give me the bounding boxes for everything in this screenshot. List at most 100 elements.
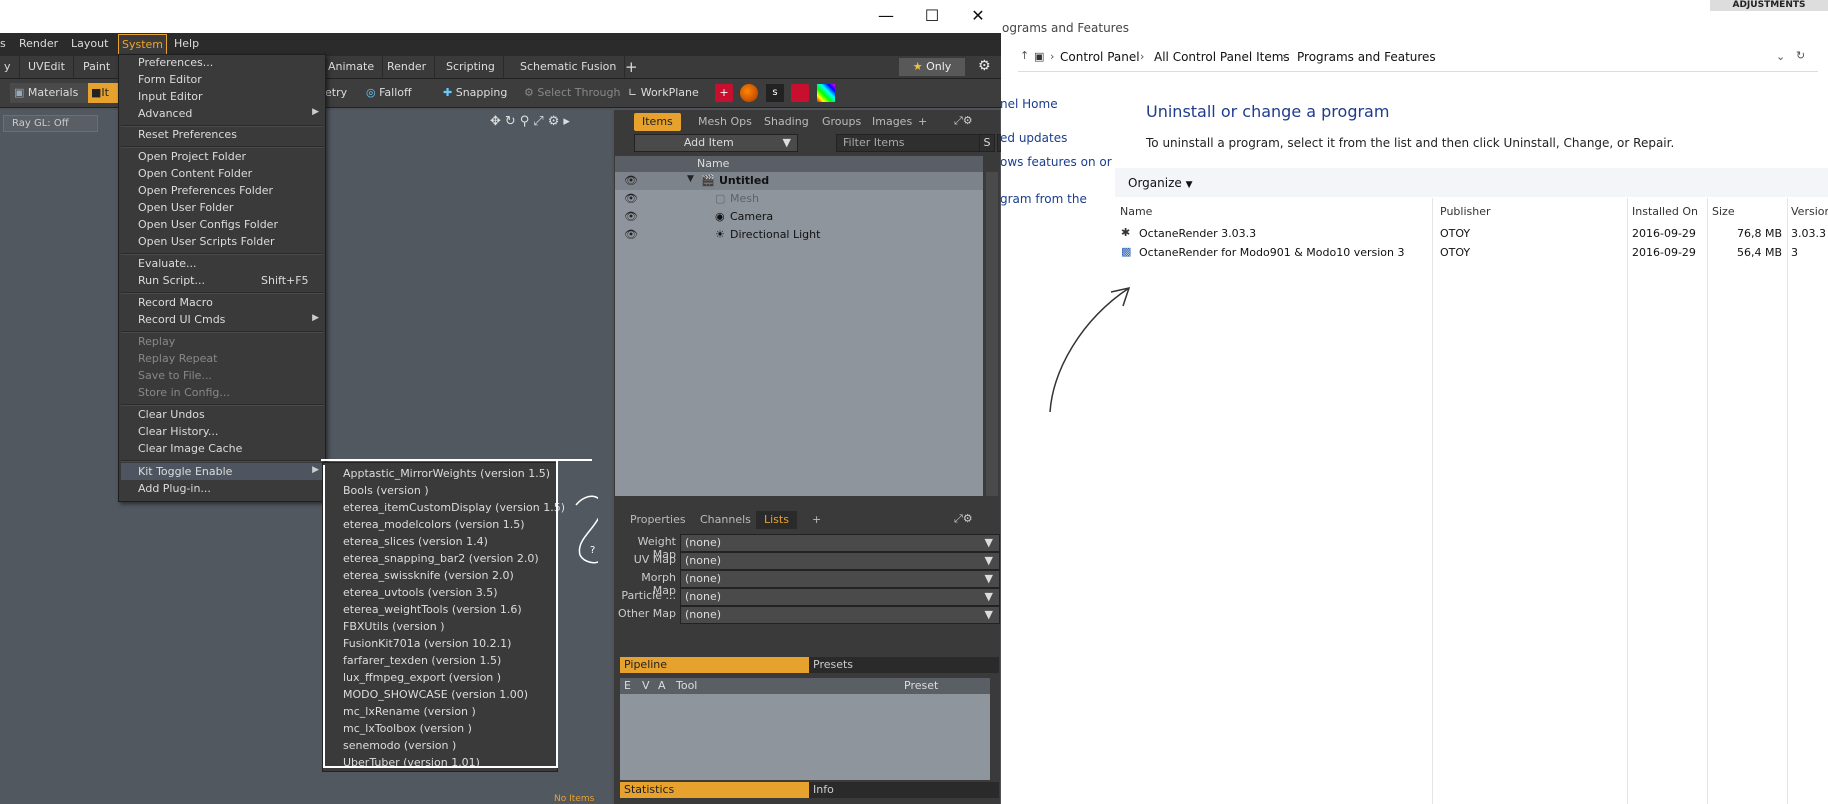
other-map-select[interactable]: (none) ▼ bbox=[680, 606, 1000, 624]
snapping-button[interactable]: ✚ Snapping bbox=[443, 83, 507, 103]
viewport-nav-icons[interactable]: ✥↻⚲⤢⚙▸ bbox=[490, 114, 574, 129]
menu-clear-undos[interactable]: Clear Undos bbox=[138, 408, 205, 421]
tab-y[interactable]: y bbox=[0, 56, 20, 78]
sidebar-installed-updates[interactable]: ed updates bbox=[1000, 131, 1067, 145]
menu-record-macro[interactable]: Record Macro bbox=[138, 296, 213, 309]
column-installed-on[interactable]: Installed On bbox=[1632, 205, 1698, 218]
adjustments-tab[interactable]: ADJUSTMENTS bbox=[1710, 0, 1828, 11]
menu-form-editor[interactable]: Form Editor bbox=[138, 73, 202, 86]
menu-file[interactable]: s bbox=[0, 37, 6, 50]
add-item-dropdown[interactable]: Add Item ▼ bbox=[634, 134, 798, 152]
statistics-tab[interactable]: Statistics bbox=[620, 782, 809, 798]
menu-clear-history[interactable]: Clear History... bbox=[138, 425, 218, 438]
menu-help[interactable]: Help bbox=[174, 37, 199, 50]
eye-icon[interactable]: 👁 bbox=[624, 228, 638, 241]
column-name[interactable]: Name bbox=[1120, 205, 1152, 218]
menu-open-preferences-folder[interactable]: Open Preferences Folder bbox=[138, 184, 273, 197]
address-bar[interactable]: ↑ ▣ › Control Panel › All Control Panel … bbox=[1018, 47, 1818, 72]
panel-options-icon[interactable]: ⤢⚙ bbox=[954, 512, 973, 526]
up-arrow-icon[interactable]: ↑ bbox=[1020, 49, 1029, 62]
column-publisher[interactable]: Publisher bbox=[1440, 205, 1491, 218]
menu-reset-preferences[interactable]: Reset Preferences bbox=[138, 128, 237, 141]
menu-clear-image-cache[interactable]: Clear Image Cache bbox=[138, 442, 242, 455]
s-icon[interactable]: s bbox=[766, 84, 784, 102]
items-button[interactable]: ■It bbox=[88, 83, 121, 103]
chevron-down-icon[interactable]: ⌄ bbox=[1776, 50, 1785, 63]
add-panel-tab[interactable]: + bbox=[804, 511, 829, 529]
eye-icon[interactable]: 👁 bbox=[624, 174, 638, 187]
tab-channels[interactable]: Channels bbox=[692, 511, 759, 529]
menu-preferences[interactable]: Preferences... bbox=[138, 56, 213, 69]
tab-schematic-fusion[interactable]: Schematic Fusion bbox=[512, 56, 626, 78]
column-version[interactable]: Version bbox=[1791, 205, 1828, 218]
expand-arrow-icon[interactable]: ▼ bbox=[687, 174, 694, 184]
tree-item-untitled[interactable]: Untitled bbox=[719, 174, 769, 187]
search-s-button[interactable]: S bbox=[979, 134, 995, 152]
breadcrumb-all-items[interactable]: All Control Panel Items bbox=[1154, 50, 1290, 64]
tab-items[interactable]: Items bbox=[634, 113, 681, 131]
tab-paint[interactable]: Paint bbox=[75, 56, 120, 78]
minimize-icon[interactable]: — bbox=[876, 8, 896, 24]
eye-icon[interactable]: 👁 bbox=[624, 210, 638, 223]
only-toggle[interactable]: ★ Only bbox=[899, 58, 965, 76]
menu-kit-toggle-enable[interactable]: Kit Toggle Enable bbox=[138, 465, 232, 478]
tab-shading[interactable]: Shading bbox=[756, 113, 817, 131]
tab-lists[interactable]: Lists bbox=[756, 511, 797, 529]
menu-open-user-scripts-folder[interactable]: Open User Scripts Folder bbox=[138, 235, 275, 248]
tree-item-mesh[interactable]: Mesh bbox=[730, 192, 759, 205]
add-icon[interactable]: + bbox=[715, 84, 733, 102]
ray-gl-toggle[interactable]: Ray GL: Off bbox=[3, 115, 98, 132]
tab-render[interactable]: Render bbox=[379, 56, 436, 78]
maximize-icon[interactable]: ☐ bbox=[922, 8, 942, 24]
info-tab[interactable]: Info bbox=[809, 782, 999, 798]
pipeline-tab[interactable]: Pipeline bbox=[620, 657, 809, 673]
tab-groups[interactable]: Groups bbox=[814, 113, 869, 131]
menu-system[interactable]: System bbox=[118, 34, 168, 55]
color-picker-icon[interactable] bbox=[817, 84, 835, 102]
menu-record-ui-cmds[interactable]: Record UI Cmds bbox=[138, 313, 225, 326]
menu-evaluate[interactable]: Evaluate... bbox=[138, 257, 197, 270]
menu-advanced[interactable]: Advanced bbox=[138, 107, 192, 120]
select-through-button[interactable]: ⚙ Select Through bbox=[524, 83, 620, 103]
column-size[interactable]: Size bbox=[1712, 205, 1735, 218]
organize-button[interactable]: Organize ▼ bbox=[1128, 176, 1193, 190]
refresh-icon[interactable]: ↻ bbox=[1796, 49, 1805, 62]
list-item[interactable] bbox=[615, 172, 983, 190]
add-panel-tab[interactable]: + bbox=[910, 113, 935, 131]
geometry-label[interactable]: etry bbox=[325, 83, 347, 103]
menu-render[interactable]: Render bbox=[19, 37, 58, 50]
menu-add-plugin[interactable]: Add Plug-in... bbox=[138, 482, 211, 495]
menu-input-editor[interactable]: Input Editor bbox=[138, 90, 203, 103]
close-icon[interactable]: ✕ bbox=[968, 8, 988, 24]
material-ball-icon[interactable] bbox=[740, 84, 758, 102]
menu-run-script[interactable]: Run Script... bbox=[138, 274, 205, 287]
menu-layout[interactable]: Layout bbox=[71, 37, 108, 50]
scrollbar[interactable] bbox=[986, 172, 998, 496]
tree-item-directional-light[interactable]: Directional Light bbox=[730, 228, 820, 241]
eye-icon[interactable]: 👁 bbox=[624, 192, 638, 205]
tab-mesh-ops[interactable]: Mesh Ops bbox=[690, 113, 760, 131]
menu-open-project-folder[interactable]: Open Project Folder bbox=[138, 150, 246, 163]
sidebar-control-panel-home[interactable]: nel Home bbox=[1000, 97, 1058, 111]
falloff-button[interactable]: ◎ Falloff bbox=[366, 83, 412, 103]
menu-open-content-folder[interactable]: Open Content Folder bbox=[138, 167, 252, 180]
tab-uvedit[interactable]: UVEdit bbox=[20, 56, 74, 78]
render-icon[interactable] bbox=[791, 84, 809, 102]
panel-options-icon[interactable]: ⤢⚙ bbox=[954, 114, 973, 128]
workplane-button[interactable]: ∟ WorkPlane bbox=[628, 83, 699, 103]
menu-open-user-folder[interactable]: Open User Folder bbox=[138, 201, 233, 214]
menu-open-user-configs-folder[interactable]: Open User Configs Folder bbox=[138, 218, 278, 231]
tab-animate[interactable]: Animate bbox=[320, 56, 384, 78]
sidebar-windows-features[interactable]: ows features on or bbox=[1000, 155, 1112, 169]
sidebar-install-program[interactable]: gram from the bbox=[1000, 192, 1087, 206]
uv-map-select[interactable]: (none) ▼ bbox=[680, 552, 1000, 570]
presets-tab[interactable]: Presets bbox=[809, 657, 999, 673]
gear-icon[interactable]: ⚙ bbox=[978, 58, 991, 74]
breadcrumb-programs-features[interactable]: Programs and Features bbox=[1297, 50, 1436, 64]
particle-select[interactable]: (none) ▼ bbox=[680, 588, 1000, 606]
tab-scripting[interactable]: Scripting bbox=[438, 56, 504, 78]
add-tab-button[interactable]: + bbox=[617, 56, 646, 78]
tab-properties[interactable]: Properties bbox=[622, 511, 694, 529]
tree-item-camera[interactable]: Camera bbox=[730, 210, 773, 223]
morph-map-select[interactable]: (none) ▼ bbox=[680, 570, 1000, 588]
